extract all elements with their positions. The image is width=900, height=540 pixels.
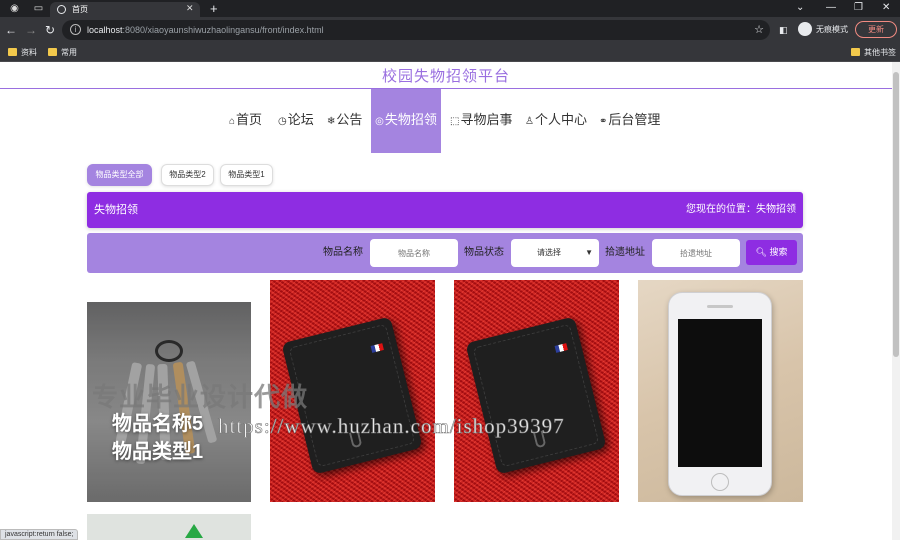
watermark-text: 专业毕业设计代做 [92,382,309,412]
watermark-url: https://www.huzhan.com/ishop39397 [218,414,565,439]
incognito-icon [798,22,812,36]
breadcrumb-bar: 失物招领 您现在的位置：失物招领 [87,192,803,228]
item-name-label: 物品名称 [323,247,363,258]
snowflake-icon: ❄ [327,116,336,127]
nav-forum[interactable]: ◷论坛 [278,89,314,153]
nav-lost-found[interactable]: ◎失物招领 [371,89,441,153]
phone-home-button [711,473,729,491]
item-card[interactable] [87,514,251,540]
item-image-wallet [465,316,607,475]
incognito-label: 无痕模式 [816,25,848,34]
pickup-address-label: 拾遗地址 [605,247,645,258]
status-bar-tooltip: javascript:return false; [0,529,79,540]
scrollbar-thumb[interactable] [893,72,899,357]
item-status-label: 物品状态 [464,247,504,258]
filter-type-1[interactable]: 物品类型1 [220,164,273,186]
browser-menu-icon[interactable]: ◉ [8,2,21,15]
address-bar[interactable]: i localhost:8080/xiaoyaunshiwuzhaolingan… [62,20,770,40]
filter-type-2[interactable]: 物品类型2 [161,164,214,186]
search-icon: 🔍︎ [755,247,767,257]
bookmark-star-icon[interactable]: ☆ [754,20,764,40]
bookmark-folder-changyong[interactable]: 常用 [48,46,77,59]
nav-forum-label: 论坛 [287,112,314,127]
tab-title: 首页 [72,5,88,14]
page-viewport: 校园失物招领平台 ⌂首页 ◷论坛 ❄公告 ◎失物招领 ⬚寻物启事 ♙个人中心 ⚭… [0,62,892,540]
phone-speaker [707,305,733,308]
bookmark-folder-ziliao[interactable]: 资料 [8,46,37,59]
nav-user-center-label: 个人中心 [534,112,587,127]
nav-notice[interactable]: ❄公告 [327,89,362,153]
browser-tab-home[interactable]: 首页 [50,2,200,17]
item-status-value: 请选择 [537,248,561,257]
bookmarks-bar: 资料 常用 其他书签 [0,43,900,62]
user-icon: ♙ [525,116,534,127]
forward-icon[interactable]: → [25,22,37,38]
search-button[interactable]: 🔍︎ 搜索 [746,240,797,265]
page-scrollbar[interactable] [892,62,900,540]
filter-all-types[interactable]: 物品类型全部 [87,164,152,186]
nav-notice-label: 公告 [336,112,363,127]
side-panel-icon[interactable]: ◧ [779,23,788,37]
item-status-select[interactable]: 请选择 ▼ [511,239,599,267]
globe-icon [57,5,66,14]
site-info-icon[interactable]: i [70,24,81,35]
item-card[interactable] [454,280,619,502]
target-icon: ◎ [375,116,384,127]
browser-toolbar: ← → ↻ i localhost:8080/xiaoyaunshiwuzhao… [0,17,900,43]
clock-icon: ◷ [278,116,287,127]
nav-lost-found-label: 失物招领 [384,112,437,127]
nav-admin[interactable]: ⚭后台管理 [599,89,660,153]
link-icon: ⚭ [599,116,608,127]
search-button-label: 搜索 [769,247,788,257]
item-name-input[interactable] [370,239,458,267]
search-bar: 物品名称 物品状态 请选择 ▼ 拾遗地址 🔍︎ 搜索 [87,233,803,273]
section-title: 失物招领 [94,204,138,216]
window-close-icon[interactable]: ✕ [882,1,890,15]
item-image-phone [668,292,772,496]
tab-list-icon[interactable]: ▭ [32,2,45,15]
phone-screen [678,319,762,467]
nav-seek-notice-label: 寻物启事 [460,112,513,127]
url-text[interactable]: localhost:8080/xiaoyaunshiwuzhaolingansu… [87,20,324,40]
home-icon: ⌂ [229,116,236,127]
new-tab-icon[interactable]: + [210,1,218,16]
nav-user-center[interactable]: ♙个人中心 [525,89,587,153]
update-button[interactable]: 更新 [855,21,897,38]
bookmark-folder-other[interactable]: 其他书签 [851,46,896,59]
minimize-icon[interactable]: — [826,1,836,15]
triangle-icon [185,524,203,538]
item-card[interactable] [638,280,803,502]
nav-seek-notice[interactable]: ⬚寻物启事 [450,89,512,153]
main-nav: ⌂首页 ◷论坛 ❄公告 ◎失物招领 ⬚寻物启事 ♙个人中心 ⚭后台管理 [0,89,892,153]
reload-icon[interactable]: ↻ [45,22,55,38]
chevron-down-icon: ▼ [585,248,593,257]
pickup-address-input[interactable] [652,239,740,267]
tab-search-icon[interactable]: ⌄ [796,1,804,15]
glasses-icon: ⬚ [450,116,460,127]
restore-icon[interactable]: ❐ [854,1,863,15]
nav-home[interactable]: ⌂首页 [229,89,262,153]
nav-admin-label: 后台管理 [608,112,661,127]
item-type: 物品类型1 [112,441,204,463]
breadcrumb: 您现在的位置：失物招领 [686,204,796,215]
nav-home-label: 首页 [236,112,263,127]
browser-tab-bar: ◉ ▭ 首页 ✕ + ⌄ — ❐ ✕ [0,0,900,17]
back-icon[interactable]: ← [5,22,17,38]
tab-close-icon[interactable]: ✕ [186,2,194,15]
site-title: 校园失物招领平台 [381,68,510,85]
